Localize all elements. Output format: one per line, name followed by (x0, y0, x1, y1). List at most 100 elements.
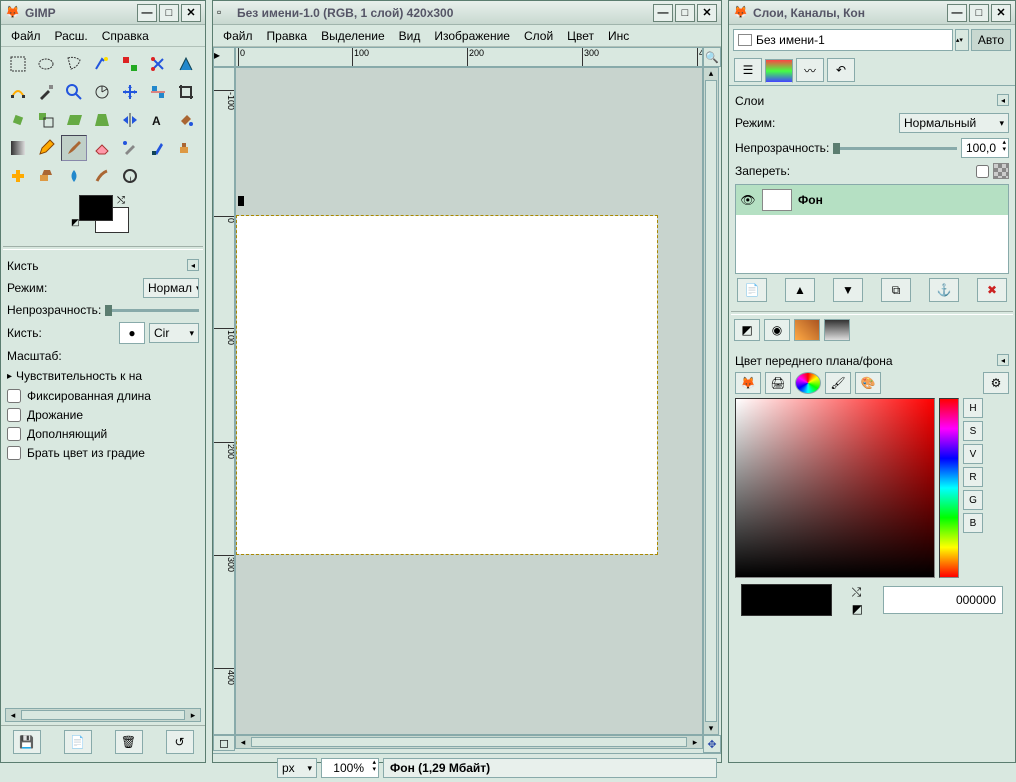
maximize-button[interactable]: □ (969, 4, 989, 22)
tab-brushes-icon[interactable]: ◉ (764, 319, 790, 341)
tool-dodge-burn[interactable] (117, 163, 143, 189)
restore-options-button[interactable]: 📄 (64, 730, 92, 754)
check-additive[interactable] (7, 427, 21, 441)
layer-opacity-slider[interactable] (833, 147, 957, 150)
image-titlebar[interactable]: ▫ Без имени-1.0 (RGB, 1 слой) 420x300 — … (213, 1, 721, 25)
tool-pencil[interactable] (33, 135, 59, 161)
ruler-vertical[interactable]: -100 0 100 200 300 400 (213, 67, 235, 735)
mode-dropdown[interactable]: Нормал (143, 278, 199, 298)
quickmask-toggle[interactable]: ◻ (213, 735, 235, 751)
tool-ink[interactable] (145, 135, 171, 161)
tool-rect-select[interactable] (5, 51, 31, 77)
layers-titlebar[interactable]: 🦊 Слои, Каналы, Кон — □ ✕ (729, 1, 1015, 25)
tab-layers-icon[interactable]: ☰ (734, 58, 762, 82)
tool-smudge[interactable] (89, 163, 115, 189)
navigate-icon[interactable]: ✥ (703, 735, 721, 753)
opacity-slider[interactable] (105, 309, 199, 312)
tool-crop[interactable] (173, 79, 199, 105)
lower-layer-button[interactable]: ▼ (833, 278, 863, 302)
save-options-button[interactable]: 💾 (13, 730, 41, 754)
lock-pixels-checkbox[interactable] (976, 165, 989, 178)
tab-gradients-icon[interactable] (824, 319, 850, 341)
delete-options-button[interactable]: 🗑 (115, 730, 143, 754)
tool-move[interactable] (117, 79, 143, 105)
tool-text[interactable]: A (145, 107, 171, 133)
ruler-corner[interactable]: ▸ (213, 47, 235, 67)
toolbox-titlebar[interactable]: 🦊 GIMP — □ ✕ (1, 1, 205, 25)
layer-row[interactable]: 👁 Фон (736, 185, 1008, 215)
zoom-icon[interactable]: 🔍 (703, 47, 721, 67)
component-v[interactable]: V (963, 444, 983, 464)
brush-preview[interactable] (119, 322, 145, 344)
menu-layer[interactable]: Слой (518, 27, 559, 45)
options-menu-icon[interactable]: ◂ (187, 259, 199, 271)
menu-select[interactable]: Выделение (315, 27, 391, 45)
tool-free-select[interactable] (61, 51, 87, 77)
close-button[interactable]: ✕ (991, 4, 1011, 22)
menu-file[interactable]: Файл (217, 27, 259, 45)
hscrollbar[interactable]: ◂▸ (235, 735, 703, 749)
tool-shear[interactable] (61, 107, 87, 133)
reset-mini-icon[interactable]: ◩ (852, 602, 863, 616)
pane-divider[interactable] (3, 246, 203, 250)
component-g[interactable]: G (963, 490, 983, 510)
tool-bucket-fill[interactable] (173, 107, 199, 133)
picker-palette-icon[interactable]: 🎨 (855, 372, 881, 394)
tool-paths[interactable] (5, 79, 31, 105)
menu-file[interactable]: Файл (5, 27, 47, 45)
tool-perspective[interactable] (89, 107, 115, 133)
vscrollbar[interactable]: ▴▾ (703, 67, 719, 735)
tool-foreground-select[interactable] (173, 51, 199, 77)
layer-opacity-value[interactable]: 100,0 (961, 138, 1009, 158)
tool-fuzzy-select[interactable] (89, 51, 115, 77)
tool-blend[interactable] (5, 135, 31, 161)
tool-zoom[interactable] (61, 79, 87, 105)
tool-heal[interactable] (5, 163, 31, 189)
menu-view[interactable]: Вид (393, 27, 427, 45)
tool-scissors[interactable] (145, 51, 171, 77)
tool-color-picker[interactable] (33, 79, 59, 105)
unit-dropdown[interactable]: px (277, 758, 317, 778)
tool-by-color-select[interactable] (117, 51, 143, 77)
picker-wheel-icon[interactable] (795, 372, 821, 394)
lock-alpha-icon[interactable] (993, 163, 1009, 179)
tab-undo-icon[interactable]: ↶ (827, 58, 855, 82)
swap-mini-icon[interactable]: ⤭ (852, 585, 863, 600)
menu-ext[interactable]: Расш. (49, 27, 94, 45)
minimize-button[interactable]: — (653, 4, 673, 22)
tool-paintbrush[interactable] (61, 135, 87, 161)
visibility-toggle-icon[interactable]: 👁 (740, 193, 756, 207)
tool-airbrush[interactable] (117, 135, 143, 161)
menu-image[interactable]: Изображение (428, 27, 516, 45)
maximize-button[interactable]: □ (675, 4, 695, 22)
tool-clone[interactable] (173, 135, 199, 161)
options-scrollbar[interactable]: ◂▸ (5, 708, 201, 722)
picker-gimp-icon[interactable]: 🦊 (735, 372, 761, 394)
pane-divider[interactable] (731, 311, 1013, 315)
tool-align[interactable] (145, 79, 171, 105)
canvas[interactable] (237, 216, 657, 554)
reset-options-button[interactable]: ↺ (166, 730, 194, 754)
close-button[interactable]: ✕ (181, 4, 201, 22)
layer-name[interactable]: Фон (798, 193, 823, 207)
delete-layer-button[interactable]: ✖ (977, 278, 1007, 302)
auto-button[interactable]: Авто (971, 29, 1011, 51)
tab-channels-icon[interactable] (765, 59, 793, 83)
tool-eraser[interactable] (89, 135, 115, 161)
menu-color[interactable]: Цвет (561, 27, 600, 45)
tool-rotate[interactable] (5, 107, 31, 133)
component-r[interactable]: R (963, 467, 983, 487)
color-menu-icon[interactable]: ◂ (997, 354, 1009, 366)
zoom-spinner[interactable]: 100% (321, 758, 379, 778)
canvas-area[interactable] (235, 67, 703, 735)
check-gradient-color[interactable] (7, 446, 21, 460)
image-selector[interactable]: Без имени-1 (733, 29, 953, 51)
layer-mode-dropdown[interactable]: Нормальный (899, 113, 1009, 133)
anchor-layer-button[interactable]: ⚓ (929, 278, 959, 302)
duplicate-layer-button[interactable]: ⧉ (881, 278, 911, 302)
new-layer-button[interactable]: 📄 (737, 278, 767, 302)
tool-measure[interactable] (89, 79, 115, 105)
tab-patterns-icon[interactable] (794, 319, 820, 341)
raise-layer-button[interactable]: ▲ (785, 278, 815, 302)
minimize-button[interactable]: — (137, 4, 157, 22)
